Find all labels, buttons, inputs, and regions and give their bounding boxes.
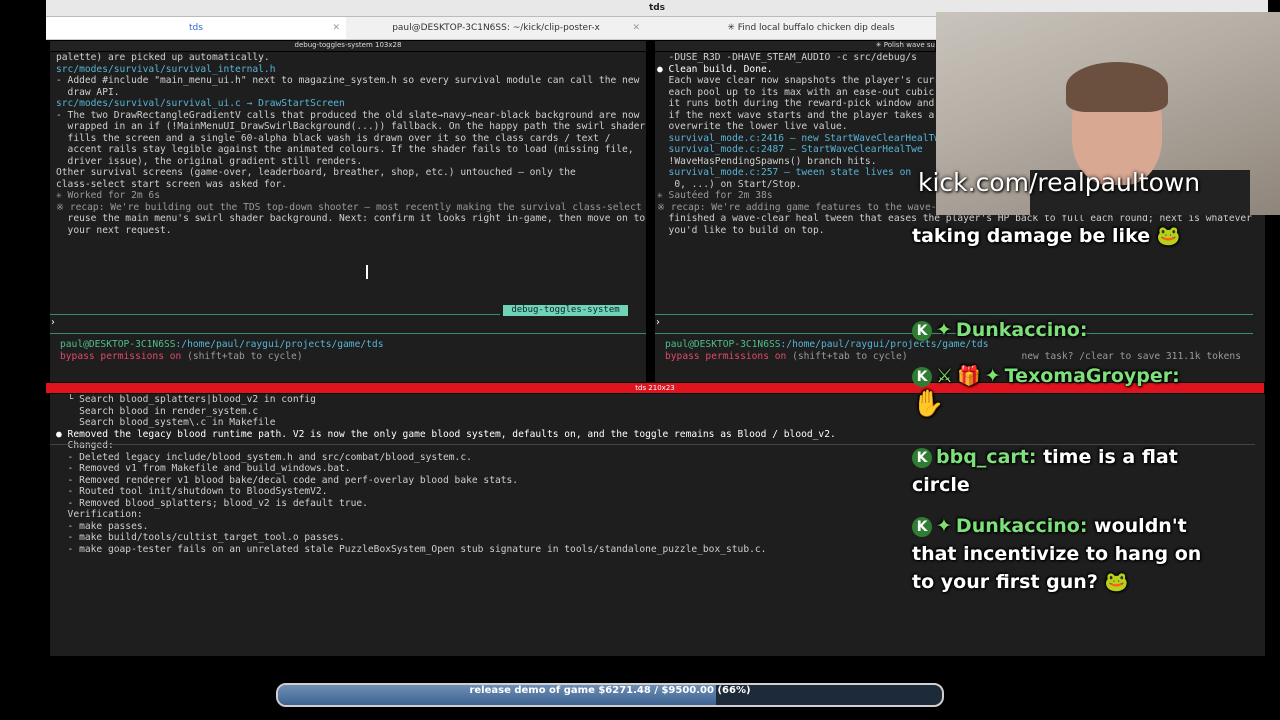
terminal-line: wrapped in an if (!MainMenuUI_DrawSwirlB… [56,121,646,132]
session-tag: debug-toggles-system [503,305,628,316]
kick-badge-icon: K [912,516,932,537]
terminal-line: ● Removed the legacy blood runtime path.… [56,428,836,440]
terminal-line: reuse the main menu's swirl shader backg… [56,213,646,224]
donation-goal-bar: release demo of game $6271.48 / $9500.00… [276,683,944,707]
terminal-line: your next request. [56,224,172,236]
tab-tds[interactable]: tds ✕ [46,17,346,39]
terminal-line: Changed: [56,440,114,451]
stream-url: kick.com/realpaultown [918,168,1201,197]
terminal-line: src/modes/survival/survival_ui.c → DrawS… [56,98,345,109]
sparkle-badge-icon: ✦ [936,515,952,537]
chat-message: K ✦ Dunkaccino: [912,316,1252,344]
terminal-line: Other survival screens (game-over, leade… [56,167,576,178]
terminal-line: src/modes/survival/survival_internal.h [56,63,276,75]
path-dir: :/home/paul/raygui/projects/game/tds [175,339,384,350]
close-icon[interactable]: ✕ [632,17,640,39]
path-user: paul@DESKTOP-3C1N6SS [60,339,176,350]
terminal-line: draw API. [56,86,120,98]
close-icon[interactable]: ✕ [332,17,340,39]
prompt-divider [50,333,646,334]
text-cursor-icon [366,265,374,279]
pane-right-title: ✳ Polish wave su [875,41,935,49]
frog-emote-icon: 🐸 [1156,225,1181,247]
terminal-line: - Added #include "main_menu_ui.h" next t… [56,75,640,86]
tab-clip-poster[interactable]: paul@DESKTOP-3C1N6SS: ~/kick/clip-poster… [346,17,646,39]
kick-badge-icon: K [912,366,932,387]
bypass-status: bypass permissions on (shift+tab to cycl… [60,351,303,363]
tab-label: ✳ Find local buffalo chicken dip deals [727,23,895,33]
gift-badge-icon: 🎁 [957,365,981,387]
tab-buffalo-dip[interactable]: ✳ Find local buffalo chicken dip deals [646,17,976,39]
bypass-label: bypass permissions on [60,351,182,362]
terminal-line: - Routed tool init/shutdown to BloodSyst… [56,486,328,497]
webcam-hair [1066,62,1168,112]
chat-username: bbq_cart: [936,446,1037,468]
terminal-line: - make passes. [56,520,149,532]
pane-left-title: debug-toggles-system 103x28 [294,41,402,49]
terminal-line: Search blood_system\.c in Makefile [56,417,276,428]
prompt-char: › [50,317,56,328]
terminal-line: - Removed blood_splatters; blood_v2 is d… [56,497,368,509]
bypass-hint: (shift+tab to cycle) [786,351,908,362]
terminal-line: - make goap-tester fails on an unrelated… [56,543,767,555]
bypass-hint: (shift+tab to cycle) [181,351,303,362]
tab-label: tds [189,23,203,33]
prompt-char: › [655,317,661,328]
terminal-line: - make build/tools/cultist_target_tool.o… [56,532,345,543]
chat-message: taking damage be like 🐸 [912,222,1252,250]
tokens-hint: new task? /clear to save 311.1k tokens [1021,351,1242,362]
terminal-line: driver issue), the original gradient sti… [56,155,363,167]
tab-label: paul@DESKTOP-3C1N6SS: ~/kick/clip-poster… [392,23,600,33]
terminal-line: fills the screen and a single 60-alpha b… [56,132,611,144]
terminal-line: └ Search blood_splatters|blood_v2 in con… [56,394,316,405]
chat-text: taking damage be like [912,225,1151,247]
chat-username: Dunkaccino: [955,319,1088,341]
sword-badge-icon: ⚔ [936,365,954,387]
chat-username: Dunkaccino: [955,515,1088,537]
chat-message: Kbbq_cart: time is a flat circle [912,443,1212,499]
pane-bottom-output: └ Search blood_splatters|blood_v2 in con… [56,394,836,555]
pane-left-output: palette) are picked up automatically. src… [56,52,645,236]
chat-message: K ⚔ 🎁 ✦ TexomaGroyper: ✋ [912,362,1252,418]
kick-badge-icon: K [912,320,932,341]
path-user: paul@DESKTOP-3C1N6SS [665,339,781,350]
pane-bottom-title: tds 210x23 [635,384,675,392]
prompt-divider [50,314,500,315]
shell-path: paul@DESKTOP-3C1N6SS:/home/paul/raygui/p… [60,339,383,351]
terminal-line: Verification: [56,509,143,520]
terminal-line: - The two DrawRectangleGradientV calls t… [56,109,640,121]
hand-emote-icon: ✋ [912,389,945,419]
frog-emote-icon: 🐸 [1104,571,1129,593]
bypass-status: bypass permissions on (shift+tab to cycl… [665,351,908,363]
bypass-label: bypass permissions on [665,351,787,362]
terminal-pane-left[interactable]: palette) are picked up automatically. src… [50,52,646,382]
terminal-line: class-select start screen was asked for. [56,178,288,190]
pane-right-header: ✳ Polish wave su [655,41,935,51]
terminal-line: - Removed v1 from Makefile and build_win… [56,463,351,474]
chat-message: K ✦ Dunkaccino: wouldn't that incentivize … [912,512,1202,596]
terminal-line: ※ recap: We're building out the TDS top-… [56,201,642,213]
kick-badge-icon: K [912,447,932,468]
prompt-divider [655,314,1253,315]
chat-username: TexomaGroyper: [1004,365,1180,387]
terminal-line: accent rails stay legible against the an… [56,144,634,155]
sparkle-badge-icon: ✦ [984,365,1001,387]
goal-label: release demo of game $6271.48 / $9500.00… [469,685,751,696]
terminal-line: - Deleted legacy include/blood_system.h … [56,451,472,463]
terminal-line: Search blood in render_system.c [56,405,259,417]
terminal-line: palette) are picked up automatically. [56,52,270,63]
sparkle-badge-icon: ✦ [936,319,952,341]
terminal-line: ✳ Worked for 2m 6s [56,190,160,201]
pane-left-header: debug-toggles-system 103x28 [50,41,646,51]
terminal-line: - Removed renderer v1 blood bake/decal c… [56,474,519,486]
